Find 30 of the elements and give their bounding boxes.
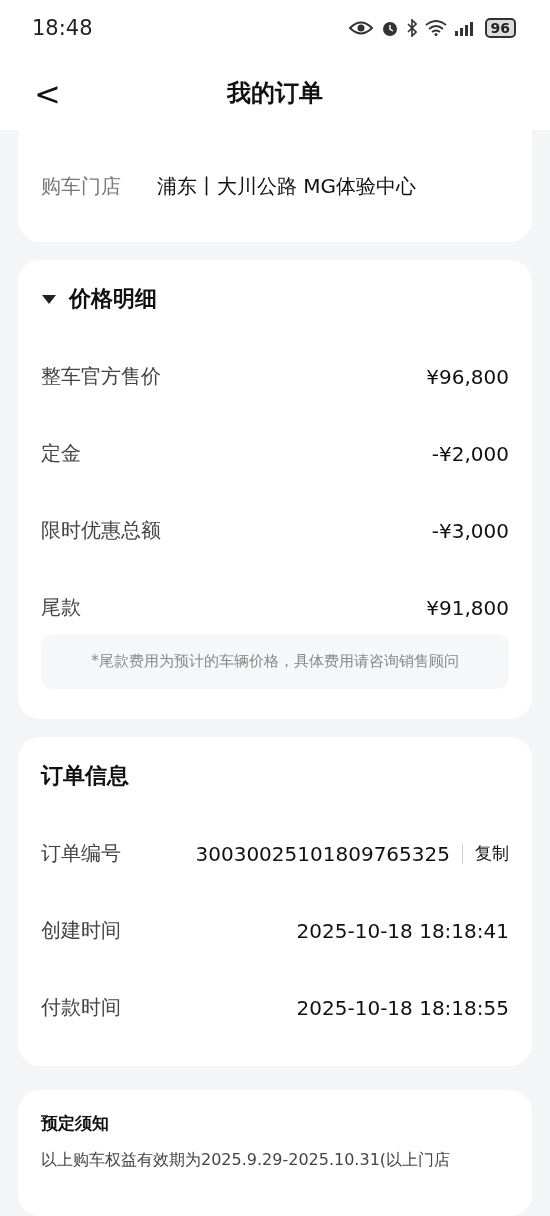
section-title: 订单信息: [41, 762, 129, 790]
price-value: ¥91,800: [426, 595, 509, 620]
order-label: 创建时间: [41, 917, 121, 944]
status-time: 18:48: [32, 15, 93, 40]
price-label: 尾款: [41, 594, 81, 621]
store-label: 购车门店: [41, 172, 121, 200]
order-time: 2025-10-18 18:18:55: [296, 995, 509, 1020]
price-note: *尾款费用为预计的车辆价格，具体费用请咨询销售顾问: [41, 634, 509, 689]
order-label: 付款时间: [41, 994, 121, 1021]
order-label: 订单编号: [41, 840, 121, 867]
price-value: ¥96,800: [426, 364, 509, 389]
price-label: 限时优惠总额: [41, 517, 161, 544]
price-value: -¥2,000: [431, 441, 509, 466]
copy-button[interactable]: 复制: [475, 842, 509, 865]
section-title: 价格明细: [69, 285, 157, 313]
wifi-icon: [424, 19, 447, 36]
page-title: 我的订单: [227, 77, 323, 109]
order-time: 2025-10-18 18:18:41: [296, 918, 509, 943]
price-label: 定金: [41, 440, 81, 467]
back-button[interactable]: <: [28, 75, 67, 113]
price-value: -¥3,000: [431, 518, 509, 543]
order-number: 30030025101809765325: [195, 841, 450, 866]
triangle-icon[interactable]: [41, 293, 57, 305]
store-value: 浦东丨大川公路 MG体验中心: [157, 172, 417, 200]
bluetooth-icon: [406, 18, 417, 37]
notice-text: 以上购车权益有效期为2025.9.29-2025.10.31(以上门店: [41, 1149, 452, 1171]
eye-icon: [348, 20, 373, 35]
price-label: 整车官方售价: [41, 363, 161, 390]
notice-title: 预定须知: [41, 1112, 110, 1135]
battery-level: 96: [484, 17, 516, 38]
